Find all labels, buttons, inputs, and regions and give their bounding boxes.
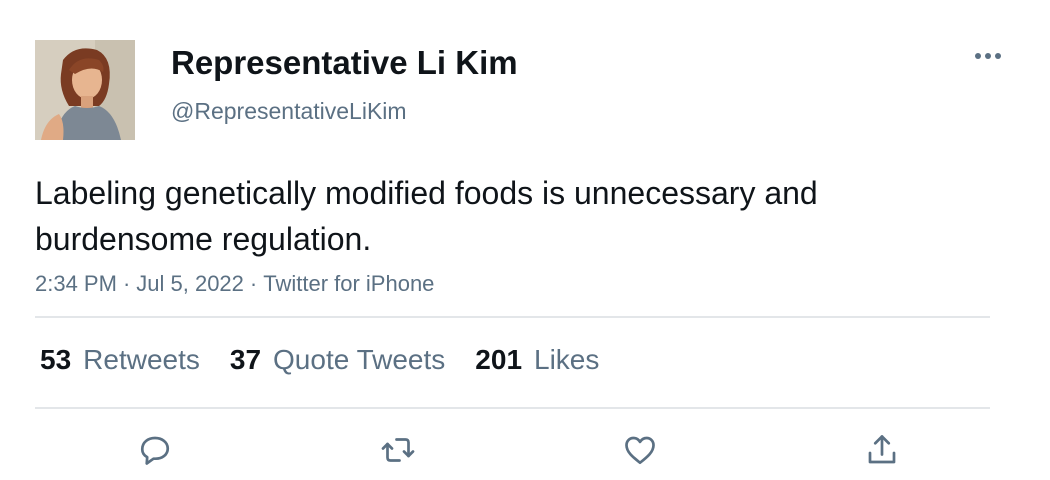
retweets-label: Retweets: [83, 344, 200, 375]
more-horizontal-icon: [975, 53, 1001, 59]
reply-button[interactable]: [133, 428, 177, 472]
likes-stat[interactable]: 201 Likes: [475, 340, 599, 380]
tweet-meta: 2:34 PM · Jul 5, 2022 · Twitter for iPhone: [35, 270, 434, 298]
display-name[interactable]: Representative Li Kim: [171, 43, 518, 83]
engagement-stats: 53 Retweets 37 Quote Tweets 201 Likes: [40, 340, 599, 380]
retweets-stat[interactable]: 53 Retweets: [40, 340, 200, 380]
tweet-text: Labeling genetically modified foods is u…: [35, 175, 818, 257]
user-handle[interactable]: @RepresentativeLiKim: [171, 97, 407, 125]
share-button[interactable]: [860, 428, 904, 472]
tweet-time[interactable]: 2:34 PM: [35, 271, 117, 296]
heart-icon: [625, 436, 655, 465]
likes-count: 201: [475, 344, 523, 375]
quote-tweets-label: Quote Tweets: [273, 344, 446, 375]
more-options-button[interactable]: [968, 44, 1008, 68]
meta-separator: ·: [122, 271, 131, 296]
divider: [35, 407, 990, 409]
like-button[interactable]: [618, 428, 662, 472]
retweet-button[interactable]: [376, 428, 420, 472]
retweets-count: 53: [40, 344, 72, 375]
likes-label: Likes: [534, 344, 600, 375]
avatar[interactable]: [35, 40, 135, 140]
tweet-date[interactable]: Jul 5, 2022: [136, 271, 244, 296]
retweet-icon: [381, 438, 415, 462]
quote-tweets-stat[interactable]: 37 Quote Tweets: [230, 340, 445, 380]
reply-icon: [140, 436, 170, 465]
profile-photo-icon: [35, 40, 135, 140]
meta-separator: ·: [249, 271, 258, 296]
quote-tweets-count: 37: [229, 344, 262, 375]
tweet-source[interactable]: Twitter for iPhone: [263, 271, 434, 296]
divider: [35, 316, 990, 318]
share-icon: [868, 435, 896, 464]
